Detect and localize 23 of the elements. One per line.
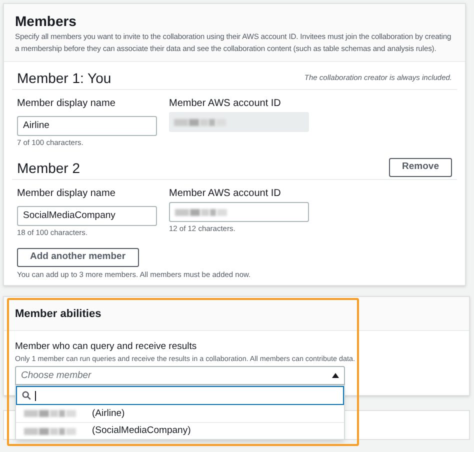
panel-title: Member abilities bbox=[15, 306, 102, 322]
member-option[interactable]: (Airline) bbox=[16, 405, 344, 422]
field-label: Member display name bbox=[17, 187, 116, 201]
text-cursor bbox=[35, 390, 36, 401]
search-field[interactable] bbox=[16, 386, 344, 406]
panel-title: Members bbox=[15, 12, 78, 30]
caret-up-icon bbox=[332, 373, 339, 378]
account-id-field[interactable] bbox=[169, 202, 309, 222]
member-select[interactable]: Choose member bbox=[15, 366, 345, 386]
search-icon bbox=[22, 391, 31, 400]
redacted-block bbox=[174, 118, 226, 126]
name-input[interactable]: Airline bbox=[17, 116, 157, 136]
field-label: Member AWS account ID bbox=[169, 187, 282, 201]
field-label: Member AWS account ID bbox=[169, 97, 282, 111]
field-label: Member display name bbox=[17, 97, 116, 111]
member-option[interactable]: (SocialMediaCompany) bbox=[16, 422, 344, 440]
member-title: Member 1: You bbox=[17, 68, 112, 86]
redacted-block bbox=[175, 208, 227, 216]
remove-button[interactable]: Remove bbox=[389, 158, 452, 177]
add-member-button[interactable]: Add another member bbox=[17, 248, 139, 267]
field-label: Member who can query and receive results bbox=[15, 341, 198, 354]
name-input[interactable]: SocialMediaCompany bbox=[17, 206, 157, 226]
member-title: Member 2 bbox=[17, 158, 80, 176]
